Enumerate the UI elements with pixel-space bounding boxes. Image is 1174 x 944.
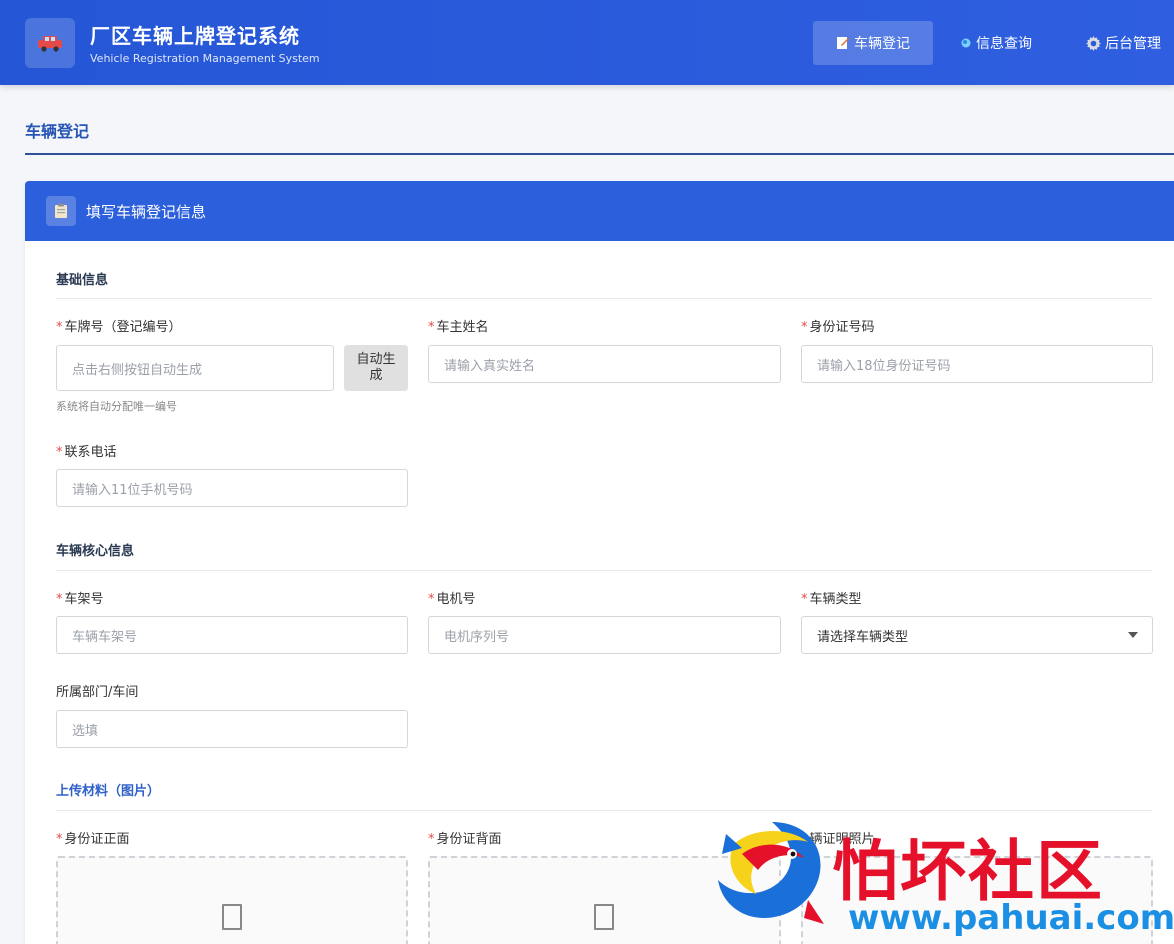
image-placeholder-icon	[594, 904, 614, 930]
nav-info-query[interactable]: 信息查询	[960, 21, 1032, 65]
gear-icon	[1086, 35, 1101, 51]
required-mark: *	[801, 592, 808, 607]
required-mark: *	[56, 832, 63, 847]
frame-label-text: 车架号	[64, 592, 104, 607]
app-title: 厂区车辆上牌登记系统	[90, 24, 300, 48]
upload-id-back[interactable]	[428, 856, 781, 944]
phone-label: * 联系电话	[56, 441, 117, 460]
title-divider	[25, 153, 1174, 155]
phone-label-text: 联系电话	[64, 445, 117, 460]
registration-form-card: 填写车辆登记信息 基础信息 * 车牌号（登记编号） 点击右侧按钮自动生成 自动生成…	[25, 181, 1174, 944]
clipboard-icon	[46, 196, 76, 226]
nav-vehicle-register[interactable]: 车辆登记	[813, 21, 933, 65]
chevron-down-icon	[1128, 632, 1138, 638]
id-back-label-text: 身份证背面	[436, 832, 502, 847]
nav-admin[interactable]: 后台管理	[1086, 21, 1161, 65]
owner-label: * 车主姓名	[428, 316, 489, 335]
motor-label: * 电机号	[428, 588, 476, 607]
vehicle-type-value: 请选择车辆类型	[817, 629, 909, 645]
id-front-label: * 身份证正面	[56, 828, 130, 847]
id-front-label-text: 身份证正面	[64, 832, 130, 847]
motor-number-input[interactable]: 电机序列号	[428, 616, 781, 654]
required-mark: *	[801, 832, 808, 847]
type-label: * 车辆类型	[801, 588, 862, 607]
dept-label: 所属部门/车间	[56, 685, 139, 700]
vehicle-type-select[interactable]: 请选择车辆类型	[801, 616, 1153, 654]
id-back-label: * 身份证背面	[428, 828, 502, 847]
upload-id-front[interactable]	[56, 856, 408, 944]
plate-input[interactable]: 点击右侧按钮自动生成	[56, 345, 334, 391]
required-mark: *	[428, 832, 435, 847]
idcard-input[interactable]: 请输入18位身份证号码	[801, 345, 1153, 383]
section-divider	[56, 298, 1152, 299]
department-input[interactable]: 选填	[56, 710, 408, 748]
section-basic-title: 基础信息	[56, 273, 109, 288]
page-title: 车辆登记	[25, 122, 90, 141]
section-divider	[56, 810, 1152, 811]
plate-label: * 车牌号（登记编号）	[56, 316, 182, 335]
required-mark: *	[56, 320, 63, 335]
card-header: 填写车辆登记信息	[25, 181, 1174, 241]
idcard-label: * 身份证号码	[801, 316, 875, 335]
required-mark: *	[56, 445, 63, 460]
nav-label: 信息查询	[976, 36, 1032, 52]
required-mark: *	[428, 320, 435, 335]
app-subtitle: Vehicle Registration Management System	[90, 52, 320, 65]
plate-hint: 系统将自动分配唯一编号	[56, 400, 177, 413]
section-divider	[56, 570, 1152, 571]
section-upload-title: 上传材料（图片）	[56, 784, 161, 799]
nav-label: 车辆登记	[854, 36, 910, 52]
plate-label-text: 车牌号（登记编号）	[64, 320, 182, 335]
required-mark: *	[428, 592, 435, 607]
owner-label-text: 车主姓名	[436, 320, 489, 335]
owner-name-input[interactable]: 请输入真实姓名	[428, 345, 781, 383]
frame-number-input[interactable]: 车辆车架号	[56, 616, 408, 654]
phone-input[interactable]: 请输入11位手机号码	[56, 469, 408, 507]
auto-generate-button[interactable]: 自动生成	[344, 345, 408, 391]
vehicle-photo-label-text: 辆证明照片	[809, 832, 875, 847]
nav-label: 后台管理	[1105, 36, 1161, 52]
idcard-label-text: 身份证号码	[809, 320, 875, 335]
top-header: 厂区车辆上牌登记系统 Vehicle Registration Manageme…	[0, 0, 1174, 85]
upload-vehicle-photo[interactable]	[801, 856, 1153, 944]
image-placeholder-icon	[222, 904, 242, 930]
card-title: 填写车辆登记信息	[86, 203, 207, 221]
required-mark: *	[56, 592, 63, 607]
section-core-title: 车辆核心信息	[56, 544, 135, 559]
search-dot-icon	[960, 37, 972, 49]
required-mark: *	[801, 320, 808, 335]
frame-label: * 车架号	[56, 588, 104, 607]
edit-note-icon	[836, 36, 850, 50]
type-label-text: 车辆类型	[809, 592, 862, 607]
car-logo-icon	[25, 18, 75, 68]
vehicle-photo-label: * 辆证明照片	[801, 828, 875, 847]
motor-label-text: 电机号	[436, 592, 476, 607]
